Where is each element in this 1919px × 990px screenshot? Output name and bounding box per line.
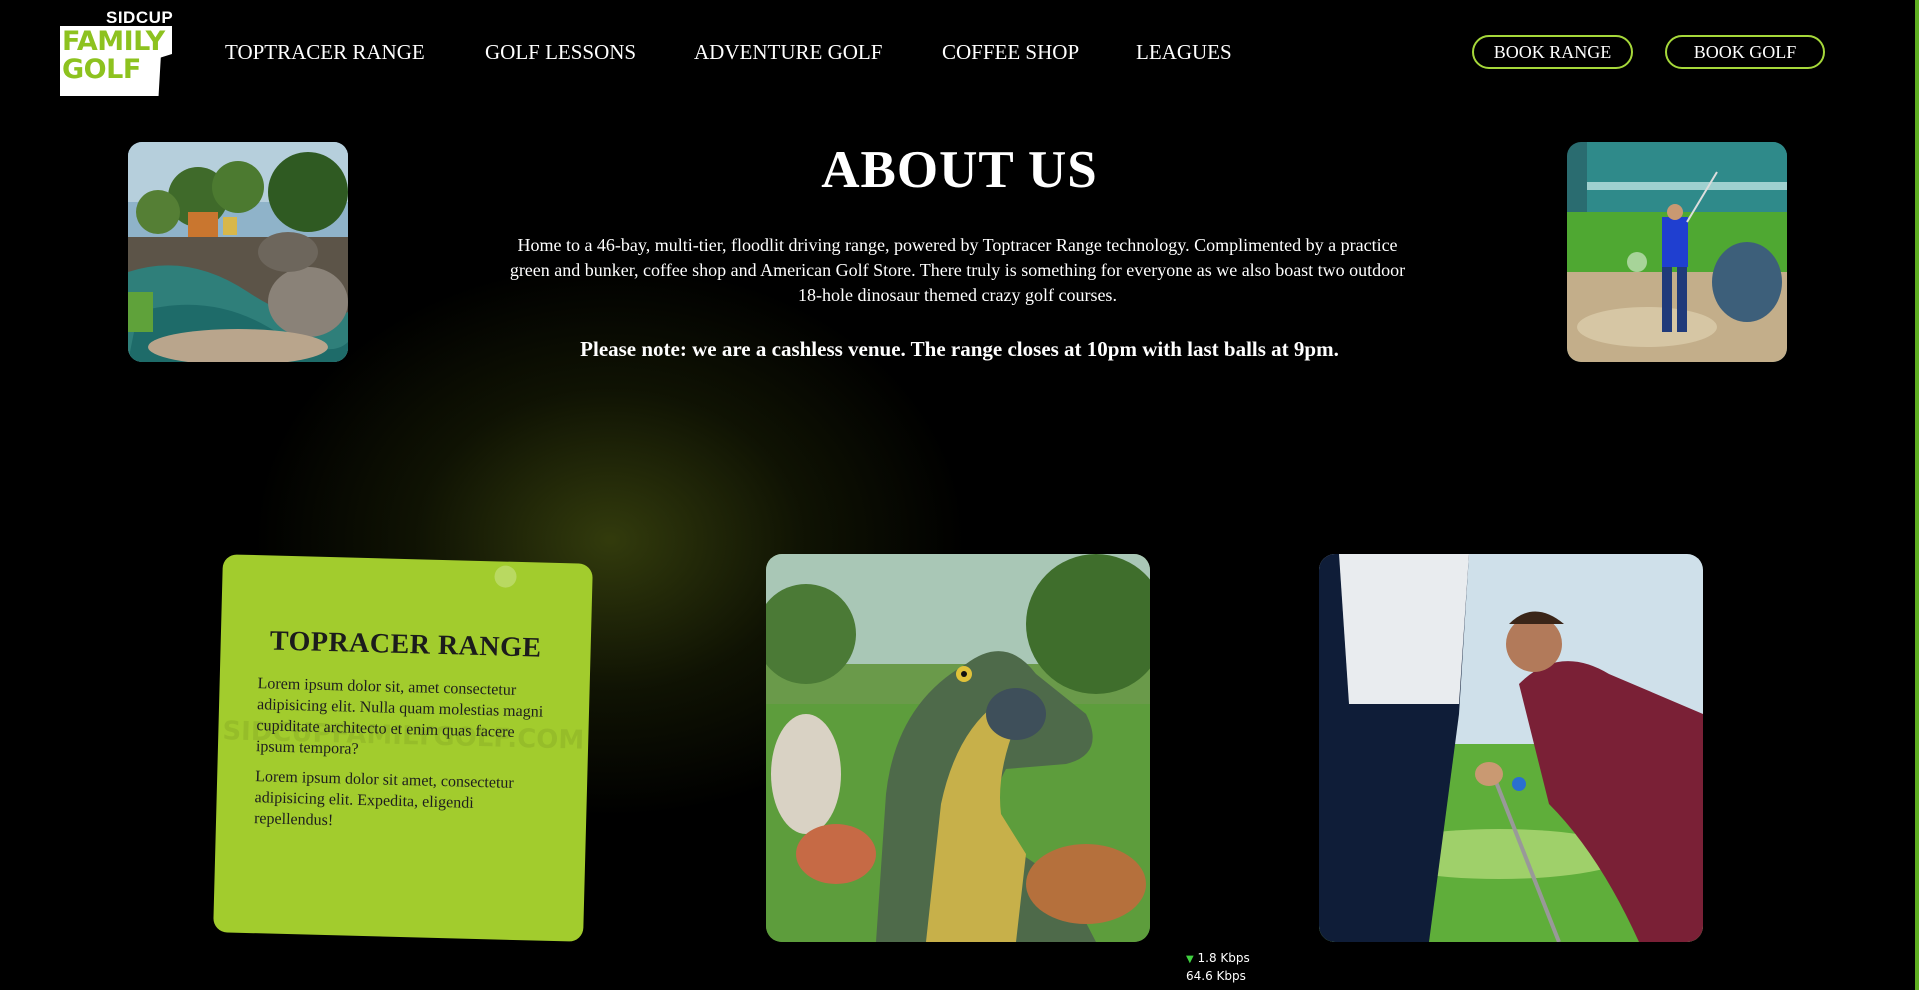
card-paragraph-1: Lorem ipsum dolor sit, amet consectetur … <box>255 675 544 758</box>
nav-golf-lessons[interactable]: GOLF LESSONS <box>485 38 636 66</box>
card-paragraph-2: Lorem ipsum dolor sit amet, consectetur … <box>253 768 514 830</box>
download-arrow-icon: ▼ <box>1186 954 1194 965</box>
cashless-note: Please note: we are a cashless venue. Th… <box>580 337 1339 361</box>
nav-coffee-shop[interactable]: COFFEE SHOP <box>942 38 1079 66</box>
logo-golf: GOLF <box>62 54 141 85</box>
golf-lesson-photo[interactable] <box>1319 554 1703 942</box>
dinosaur-photo[interactable] <box>766 554 1150 942</box>
logo-sidcup: SIDCUP <box>106 8 174 27</box>
book-golf-button[interactable]: BOOK GOLF <box>1665 35 1825 69</box>
network-speed-widget: ▼ 1.8 Kbps 64.6 Kbps <box>1186 950 1250 985</box>
nav-adventure-golf[interactable]: ADVENTURE GOLF <box>694 38 882 66</box>
speed-up: 64.6 Kbps <box>1186 969 1246 983</box>
card-title: TOPRACER RANGE <box>269 625 542 664</box>
toptracer-card[interactable]: SIDCUPFAMILYGOLF.COM TOPRACER RANGE Lore… <box>213 554 593 942</box>
nav-toptracer-range[interactable]: TOPTRACER RANGE <box>225 38 425 66</box>
book-range-button[interactable]: BOOK RANGE <box>1472 35 1633 69</box>
site-logo[interactable]: SIDCUP FAMILY GOLF <box>60 8 180 96</box>
about-description: Home to a 46-bay, multi-tier, floodlit d… <box>509 235 1406 305</box>
about-title: ABOUT US <box>821 141 1098 199</box>
logo-family: FAMILY <box>62 26 165 57</box>
card-pin <box>494 565 517 588</box>
nav-leagues[interactable]: LEAGUES <box>1136 38 1232 66</box>
speed-down: 1.8 Kbps <box>1197 951 1250 965</box>
